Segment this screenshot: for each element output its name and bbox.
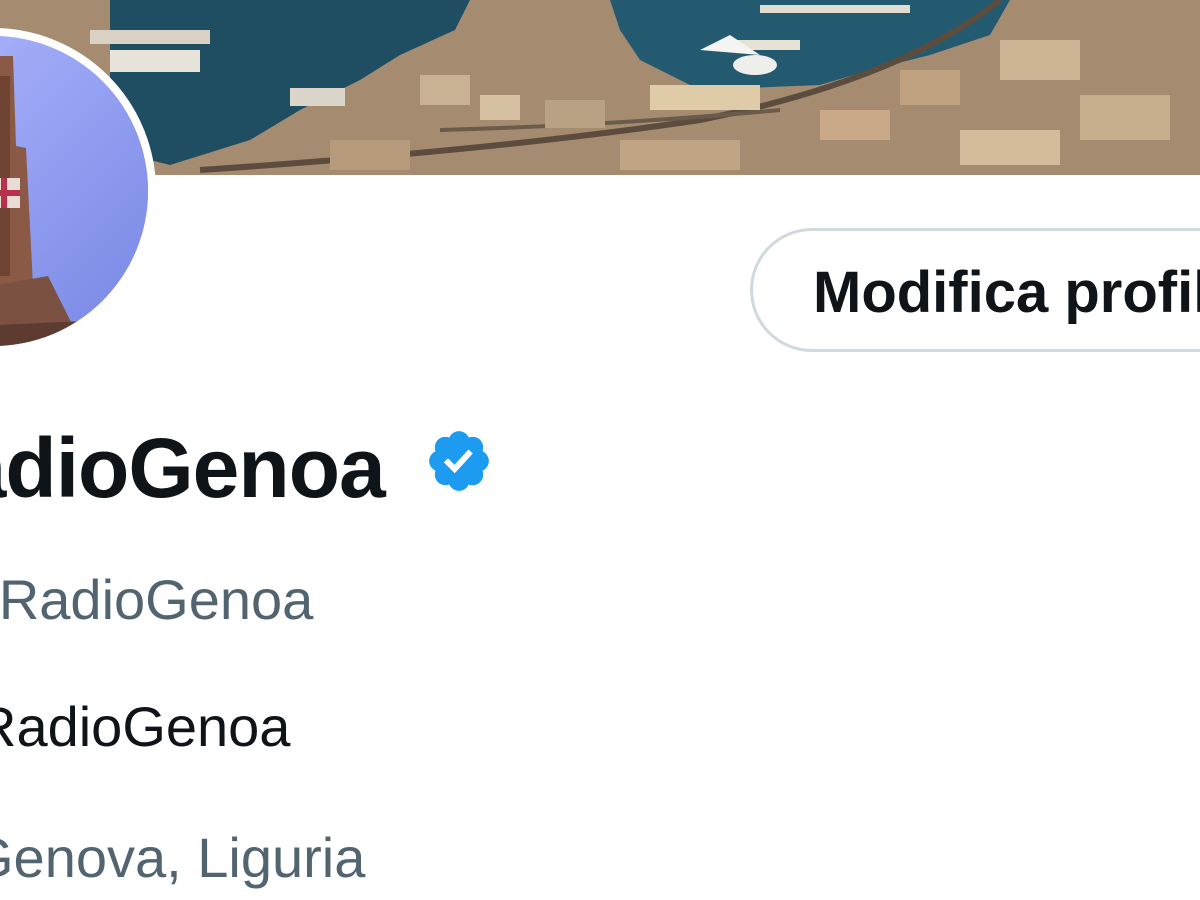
edit-profile-button[interactable]: Modifica profilo (750, 228, 1200, 352)
profile-handle: @RadioGenoa (0, 568, 314, 631)
profile-page: Modifica profilo RadioGenoa @RadioGenoa … (0, 0, 1200, 900)
edit-profile-button-label: Modifica profilo (813, 260, 1200, 325)
profile-banner-image[interactable] (0, 0, 1200, 175)
profile-bio: RadioGenoa (0, 695, 291, 758)
profile-location: Genova, Liguria (0, 826, 366, 889)
profile-display-name: RadioGenoa (0, 421, 386, 515)
banner-harbour-photo (0, 0, 1200, 175)
verified-badge-icon[interactable] (424, 426, 494, 496)
